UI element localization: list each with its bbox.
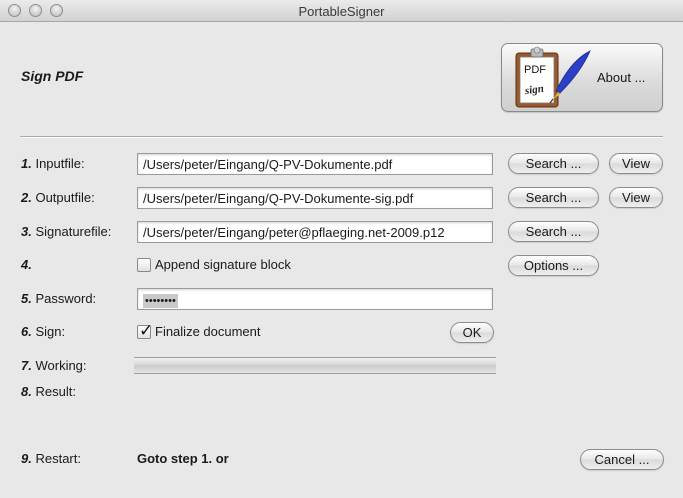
inputfile-view-button[interactable]: View — [609, 153, 663, 174]
step-5-label: 5. Password: — [21, 291, 96, 306]
step-label-text: Inputfile: — [35, 156, 85, 171]
step-number: 3. — [21, 224, 32, 239]
step-2-label: 2. Outputfile: — [21, 190, 95, 205]
step-number: 4. — [21, 257, 32, 272]
options-button[interactable]: Options ... — [508, 255, 599, 276]
ok-button[interactable]: OK — [450, 322, 494, 343]
password-mask: •••••••• — [143, 294, 178, 308]
step-4-label: 4. — [21, 257, 32, 272]
pdf-sign-logo-icon: PDF sign — [515, 46, 591, 108]
step-number: 2. — [21, 190, 32, 205]
title-bar: PortableSigner — [0, 0, 683, 22]
step-label-text: Result: — [35, 384, 76, 399]
step-label-text: Sign: — [35, 324, 66, 339]
signaturefile-field[interactable]: /Users/peter/Eingang/peter@pflaeging.net… — [137, 221, 493, 243]
logo-pdf-text: PDF — [524, 64, 546, 76]
finalize-document-label: Finalize document — [155, 324, 261, 339]
window-title: PortableSigner — [298, 4, 385, 19]
separator — [20, 136, 663, 138]
step-1-label: 1. Inputfile: — [21, 156, 85, 171]
step-3-label: 3. Signaturefile: — [21, 224, 111, 239]
password-field[interactable]: •••••••• — [137, 288, 493, 310]
step-number: 7. — [21, 358, 32, 373]
step-9-label: 9. Restart: — [21, 451, 81, 466]
step-label-text: Working: — [35, 358, 87, 373]
append-signature-label: Append signature block — [155, 257, 291, 272]
step-label-text: Signaturefile: — [35, 224, 112, 239]
step-number: 9. — [21, 451, 32, 466]
page-heading: Sign PDF — [21, 68, 84, 84]
append-signature-checkbox[interactable] — [137, 258, 151, 272]
step-number: 8. — [21, 384, 32, 399]
finalize-document-checkbox[interactable]: ✓ — [137, 321, 153, 340]
about-button-label: About ... — [597, 70, 646, 85]
step-label-text: Outputfile: — [35, 190, 95, 205]
outputfile-view-button[interactable]: View — [609, 187, 663, 208]
step-6-label: 6. Sign: — [21, 324, 65, 339]
inputfile-field[interactable]: /Users/peter/Eingang/Q-PV-Dokumente.pdf — [137, 153, 493, 175]
step-number: 6. — [21, 324, 32, 339]
inputfile-search-button[interactable]: Search ... — [508, 153, 599, 174]
step-label-text: Password: — [35, 291, 97, 306]
checkmark-icon: ✓ — [139, 321, 154, 340]
signaturefile-search-button[interactable]: Search ... — [508, 221, 599, 242]
step-number: 1. — [21, 156, 32, 171]
step-7-label: 7. Working: — [21, 358, 87, 373]
working-progress-bar — [134, 357, 496, 374]
outputfile-search-button[interactable]: Search ... — [508, 187, 599, 208]
restart-instruction: Goto step 1. or — [137, 451, 229, 466]
step-8-label: 8. Result: — [21, 384, 76, 399]
about-button[interactable]: PDF sign About ... — [501, 43, 663, 112]
outputfile-field[interactable]: /Users/peter/Eingang/Q-PV-Dokumente-sig.… — [137, 187, 493, 209]
step-label-text: Restart: — [35, 451, 81, 466]
step-number: 5. — [21, 291, 32, 306]
cancel-button[interactable]: Cancel ... — [580, 449, 664, 470]
